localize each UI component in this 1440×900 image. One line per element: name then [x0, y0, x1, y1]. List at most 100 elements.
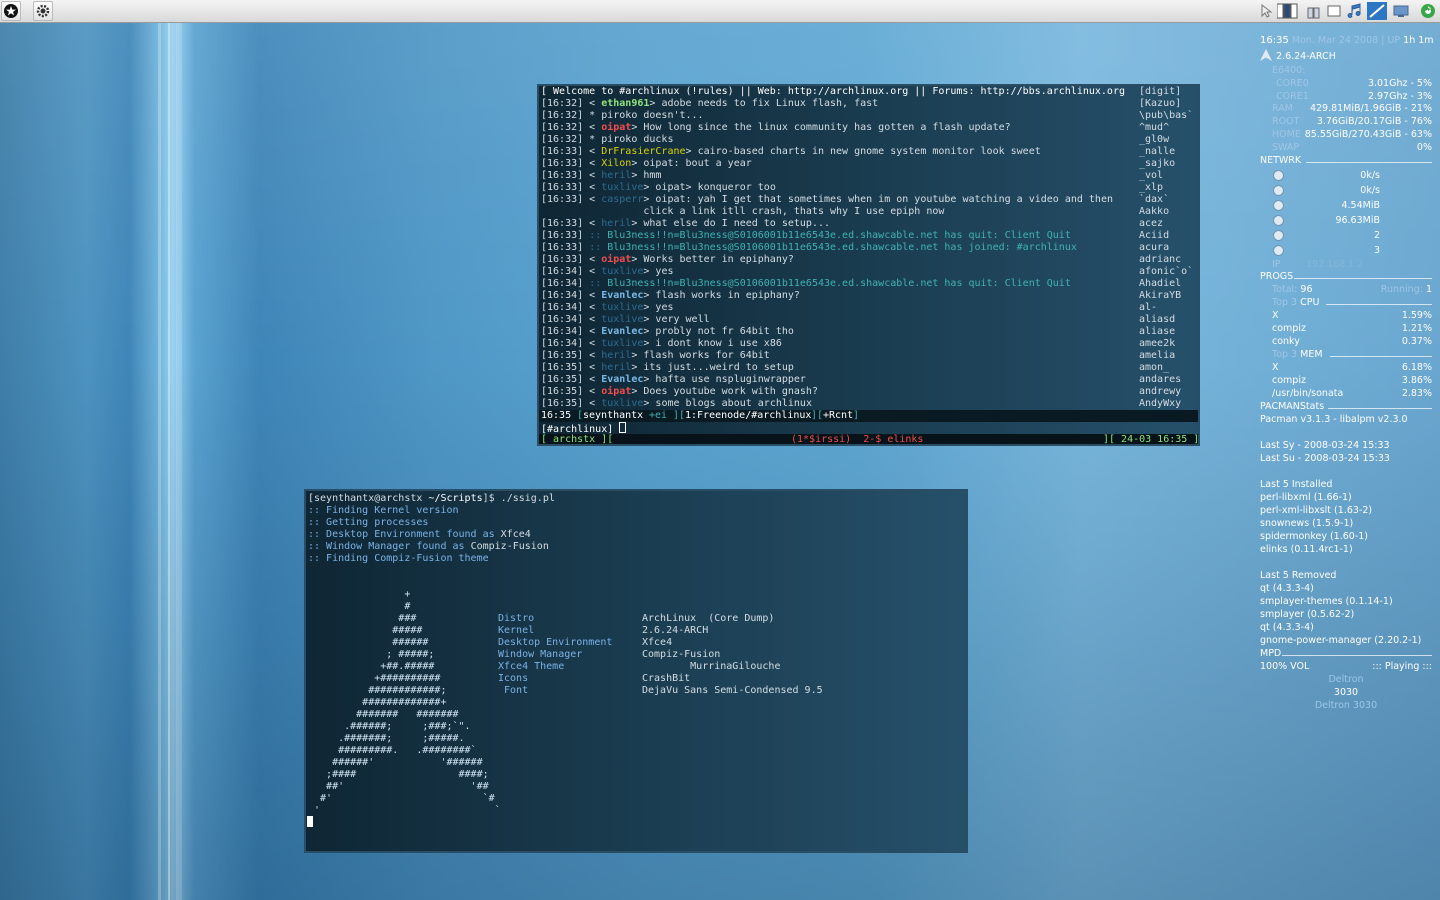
- ssig-terminal-window[interactable]: [seynthantx@archstx ~/Scripts]$ ./ssig.p…: [304, 489, 968, 853]
- kernel-version: 2.6.24-ARCH: [1276, 51, 1336, 62]
- wallpaper-stripe: [168, 22, 170, 900]
- message-prefix: <: [583, 98, 602, 109]
- screen-status-bar: [ archstx ][ (1*$irssi) 2-$ elinks ][ 24…: [539, 434, 1198, 445]
- script-output-line: :: Finding Compiz-Fusion theme: [308, 553, 489, 565]
- uptime-value: 1h 1m: [1403, 35, 1434, 46]
- running-label: Running:: [1380, 284, 1423, 295]
- nicklist-item[interactable]: _vol: [1139, 170, 1163, 182]
- cpu-label: CPU: [1300, 297, 1320, 308]
- nicklist-item[interactable]: _nalle: [1139, 146, 1175, 158]
- irc-message: [16:33] :: Blu3ness!!n=Blu3ness@S0106001…: [541, 242, 1077, 254]
- info-value: CrashBit: [642, 673, 691, 684]
- settings-button[interactable]: [33, 1, 53, 21]
- message-text: Blu3ness!!n=Blu3ness@S0106001b11e6543e.e…: [601, 242, 1077, 253]
- storage-label: HOME: [1272, 129, 1301, 140]
- message-nick: tuxlive: [601, 314, 644, 325]
- removed-label: Last 5 Removed: [1260, 570, 1337, 581]
- status-activity: +Rcnt: [823, 410, 854, 421]
- message-text: adobe needs to fix Linux flash, fast: [655, 98, 879, 109]
- screen-hostname: [ archstx ][: [541, 434, 614, 445]
- nicklist-item[interactable]: amelia: [1139, 350, 1175, 362]
- nicklist-item[interactable]: Aciid: [1139, 230, 1169, 242]
- network-value: 2: [1373, 230, 1380, 241]
- nicklist-item[interactable]: ^mud^: [1139, 122, 1169, 134]
- network-section-label: NETWRK: [1260, 155, 1302, 166]
- nicklist-item[interactable]: AndyWxy: [1139, 398, 1181, 410]
- window-icon[interactable]: [1326, 3, 1342, 19]
- upload-total-icon: [1273, 215, 1284, 226]
- message-prefix: <: [583, 170, 602, 181]
- screen-window-list[interactable]: (1*$irssi) 2-$ elinks: [791, 434, 923, 444]
- message-timestamp: [16:32]: [541, 110, 584, 121]
- info-key: Distro: [498, 613, 535, 624]
- tray-pointer-icon[interactable]: [1258, 3, 1274, 19]
- top-panel: [0, 0, 1440, 23]
- divider: [1326, 304, 1432, 305]
- message-nick: Evanlec: [601, 326, 644, 337]
- message-timestamp: [16:35]: [541, 350, 584, 361]
- nicklist-item[interactable]: adrianc: [1139, 254, 1181, 266]
- nicklist-item[interactable]: _xlp: [1139, 182, 1163, 194]
- process-name: compiz: [1272, 375, 1306, 386]
- script-output-line: :: Window Manager found as Compiz-Fusion: [308, 541, 549, 553]
- core-label: CORE0: [1276, 78, 1309, 89]
- message-prefix: <: [583, 398, 602, 409]
- nicklist-item[interactable]: aliase: [1139, 326, 1175, 338]
- info-value: MurrinaGilouche: [642, 661, 781, 672]
- irssi-terminal-window[interactable]: [ Welcome to #archlinux (!rules) || Web:…: [537, 84, 1200, 446]
- nicklist-item[interactable]: acura: [1139, 242, 1169, 254]
- monitor-icon[interactable]: [1393, 3, 1409, 19]
- mpd-album: 3030: [1333, 687, 1359, 698]
- nicklist-item[interactable]: afonic`o`: [1139, 266, 1193, 278]
- xfce-menu-button[interactable]: [1, 1, 21, 21]
- message-text: Works better in epiphany?: [637, 254, 794, 265]
- message-prefix: <: [583, 122, 602, 133]
- divider: [1282, 655, 1432, 656]
- irc-message: [16:33] < casperr> oipat: yah I get that…: [541, 194, 1113, 206]
- irc-message: [16:34] < tuxlive> i dont know i use x86: [541, 338, 782, 350]
- nicklist-item[interactable]: Ahadiel: [1139, 278, 1181, 290]
- irc-message: [16:33] < DrFrasierCrane> cairo-based ch…: [541, 146, 1041, 158]
- message-nick: tuxlive: [601, 302, 644, 313]
- output-step: :: Desktop Environment found as: [308, 529, 495, 540]
- nicklist-item[interactable]: al-: [1139, 302, 1157, 314]
- music-note-icon[interactable]: [1347, 3, 1363, 19]
- nicklist-item[interactable]: _sajko: [1139, 158, 1175, 170]
- nicklist-item[interactable]: amon_: [1139, 362, 1169, 374]
- nicklist-item[interactable]: andares: [1139, 374, 1181, 386]
- process-running: 1: [1425, 284, 1432, 295]
- nicklist-item[interactable]: \pub\bas`: [1139, 110, 1193, 122]
- process-mem: 6.18%: [1401, 362, 1432, 373]
- process-cpu: 0.37%: [1401, 336, 1432, 347]
- message-prefix: <: [583, 194, 602, 205]
- workspace-pager-icon[interactable]: [1307, 3, 1321, 19]
- nicklist-item[interactable]: andrewy: [1139, 386, 1181, 398]
- nicklist-item[interactable]: Aakko: [1139, 206, 1169, 218]
- network-icon[interactable]: [1367, 2, 1387, 20]
- nicklist-item[interactable]: AkiraYB: [1139, 290, 1181, 302]
- gear-icon: [36, 4, 50, 18]
- irc-topic-bar: [ Welcome to #archlinux (!rules) || Web:…: [541, 86, 1125, 97]
- nicklist-item[interactable]: [digit]: [1139, 86, 1181, 98]
- message-timestamp: [16:33]: [541, 194, 584, 205]
- workspace-pager-icon[interactable]: [1277, 3, 1299, 19]
- download-speed-icon: [1273, 170, 1284, 181]
- nicklist-item[interactable]: acez: [1139, 218, 1163, 230]
- message-nick: tuxlive: [601, 182, 644, 193]
- storage-value: 3.76GiB/20.17GiB - 76%: [1316, 116, 1432, 127]
- nicklist-item[interactable]: _gl0w: [1139, 134, 1169, 146]
- message-nick: casperr: [601, 194, 644, 205]
- nicklist-item[interactable]: amee2k: [1139, 338, 1175, 350]
- ascii-art-line: ##' '##: [308, 781, 489, 792]
- nicklist-item[interactable]: [Kazuo]: [1139, 98, 1181, 110]
- message-text: piroko ducks: [601, 134, 674, 145]
- nicklist-item[interactable]: `dax`: [1139, 194, 1169, 206]
- ascii-art-line: .######; ;###;`".: [308, 721, 471, 732]
- update-icon[interactable]: [1420, 3, 1436, 19]
- info-value: Xfce4: [642, 637, 673, 648]
- ascii-art-line: #####: [308, 625, 423, 636]
- nicklist-item[interactable]: aliasd: [1139, 314, 1175, 326]
- message-nick: tuxlive: [601, 338, 644, 349]
- download-total-icon: [1273, 200, 1284, 211]
- ascii-art-line: ############;: [308, 685, 447, 696]
